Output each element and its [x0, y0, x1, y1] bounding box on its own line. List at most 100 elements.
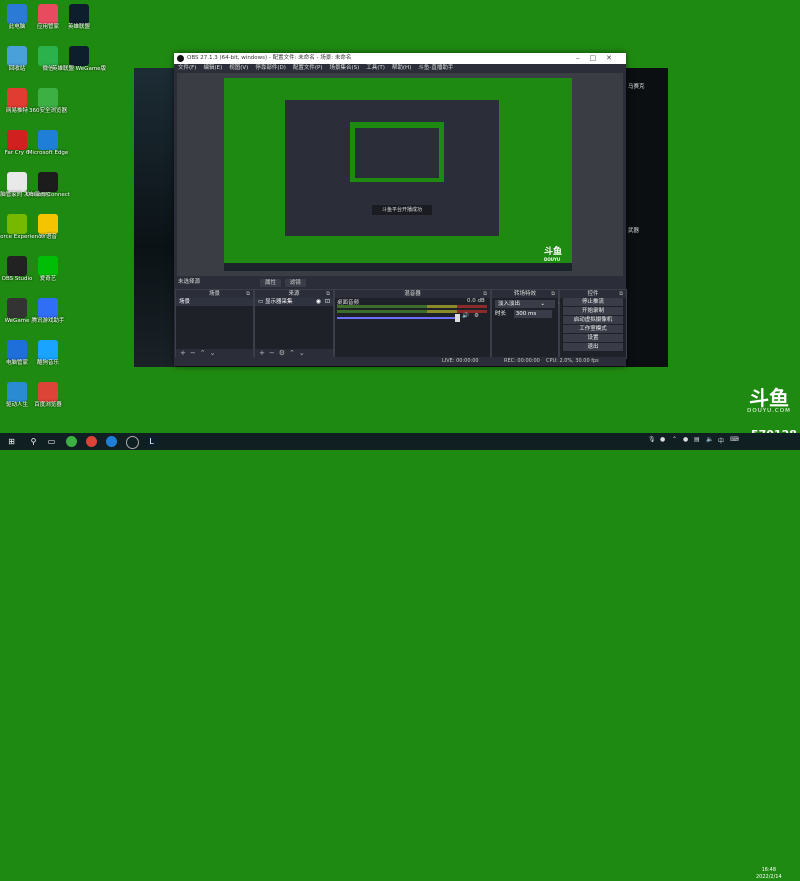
transition-select[interactable]: 淡入淡出 ⌄ ⚙	[495, 300, 563, 308]
desktop-icon[interactable]: YY语音	[31, 214, 65, 255]
lol-wegame-icon	[69, 46, 89, 66]
lock-icon[interactable]: ⊡	[325, 298, 330, 306]
mixer-settings-icon[interactable]: ⚙	[474, 313, 479, 319]
desktop-icon[interactable]: Microsoft Edge	[28, 130, 68, 171]
chevron-down-icon: ⌄	[540, 301, 545, 307]
desktop-icon[interactable]: 百度浏览器	[31, 382, 65, 423]
move-up-button[interactable]: ⌃	[200, 349, 206, 357]
dock-float-icon[interactable]: ⧉	[483, 290, 487, 298]
lol-taskbar-icon[interactable]: L	[146, 436, 157, 447]
lol-icon	[69, 4, 89, 24]
menu-item[interactable]: 停靠部件(D)	[255, 65, 286, 71]
source-item[interactable]: ▭ 显示器采集 ◉ ⊡	[255, 298, 333, 306]
kugou-icon	[38, 340, 58, 360]
control-button[interactable]: 开始录制	[563, 307, 623, 315]
volume-icon[interactable]: 🔈	[706, 436, 713, 443]
tray-green-icon[interactable]: ●	[683, 436, 688, 443]
duration-row: 时长 300 ms	[495, 310, 555, 318]
desktop-icon[interactable]: Ubisoft Connect	[26, 172, 70, 213]
add-source-button[interactable]: +	[259, 349, 265, 357]
desktop-icon-label: 此电脑	[8, 24, 26, 30]
control-button[interactable]: 退出	[563, 343, 623, 351]
move-down-button[interactable]: ⌄	[299, 349, 305, 357]
tray-app-icon[interactable]: ●	[660, 436, 665, 443]
controls-dock: 控件 ⧉ 停止推流 开始录制 启动虚拟摄像机 工作室模式 设置 退出	[559, 289, 627, 359]
move-up-button[interactable]: ⌃	[289, 349, 295, 357]
start-button[interactable]: ⊞	[6, 436, 17, 447]
mixer-header: 混音器 ⧉	[335, 290, 490, 298]
desktop-icon[interactable]: 英雄联盟 WeGame版	[52, 46, 106, 87]
chrome-icon[interactable]	[86, 436, 97, 447]
desktop-icon[interactable]: 回收站	[0, 46, 34, 87]
filters-button[interactable]: 滤镜	[284, 279, 306, 287]
desktop-icon[interactable]: 英雄联盟	[62, 4, 96, 45]
clock-date: 2022/2/14	[756, 874, 782, 880]
desktop-icon-label: 酷狗音乐	[36, 360, 59, 366]
desktop-icon[interactable]: GeForce Experience	[0, 214, 44, 255]
iqiyi-icon	[38, 256, 58, 276]
menu-item[interactable]: 配置文件(P)	[293, 65, 323, 71]
desktop-icon[interactable]: OBS Studio	[0, 256, 34, 297]
search-icon[interactable]: ⚲	[28, 436, 39, 447]
desktop-icon[interactable]: 应用管家	[31, 4, 65, 45]
menu-item[interactable]: 斗鱼-直播助手	[418, 65, 453, 71]
control-button[interactable]: 启动虚拟摄像机	[563, 316, 623, 324]
properties-button[interactable]: 属性	[260, 279, 282, 287]
speaker-icon[interactable]: 🔊	[462, 313, 469, 319]
desktop-icon[interactable]: WeGame	[0, 298, 34, 339]
control-button[interactable]: 停止推流	[563, 298, 623, 306]
duration-input[interactable]: 300 ms	[513, 310, 552, 318]
obs-taskbar-icon[interactable]	[126, 436, 139, 449]
dock-float-icon[interactable]: ⧉	[326, 290, 330, 298]
move-down-button[interactable]: ⌄	[210, 349, 216, 357]
menu-item[interactable]: 工具(T)	[366, 65, 385, 71]
dock-float-icon[interactable]: ⧉	[619, 290, 623, 298]
douyu-watermark: 斗鱼 DOUYU.COM	[744, 388, 794, 414]
control-button[interactable]: 设置	[563, 334, 623, 342]
desktop-column-3: 英雄联盟 英雄联盟 WeGame版	[52, 4, 106, 88]
network-icon[interactable]: ▤	[694, 436, 700, 443]
desktop-icon[interactable]: 此电脑	[0, 4, 34, 45]
volume-slider[interactable]	[337, 317, 457, 319]
dock-float-icon[interactable]: ⧉	[246, 290, 250, 298]
desktop-icon[interactable]: 360安全浏览器	[29, 88, 67, 129]
add-scene-button[interactable]: +	[180, 349, 186, 357]
chevron-up-icon[interactable]: ⌃	[672, 436, 677, 443]
360-browser-icon[interactable]	[66, 436, 77, 447]
menu-item[interactable]: 编辑(E)	[203, 65, 222, 71]
system-clock[interactable]: 16:48 2022/2/14	[756, 867, 782, 881]
recycle-bin-icon	[7, 46, 27, 66]
game-icon	[7, 130, 27, 150]
qq-icon[interactable]	[106, 436, 117, 447]
ime-icon[interactable]: 中	[718, 436, 724, 445]
window-title: OBS 27.1.3 (64-bit, windows) - 配置文件: 未命名…	[187, 55, 352, 61]
source-settings-icon[interactable]: ⚙	[279, 349, 285, 357]
mic-icon[interactable]: 🎙	[648, 436, 656, 443]
menu-item[interactable]: 帮助(H)	[392, 65, 411, 71]
desktop-icon[interactable]: 酷狗音乐	[31, 340, 65, 381]
menu-item[interactable]: 场景集合(S)	[329, 65, 359, 71]
desktop-icon[interactable]: 驱动人生	[0, 382, 34, 423]
sources-dock: 来源 ⧉ ▭ 显示器采集 ◉ ⊡ + − ⚙ ⌃ ⌄	[254, 289, 334, 359]
volume-slider-handle[interactable]	[455, 314, 460, 322]
menu-item[interactable]: 文件(F)	[178, 65, 196, 71]
obs-titlebar[interactable]: OBS 27.1.3 (64-bit, windows) - 配置文件: 未命名…	[174, 53, 626, 64]
desktop-icon[interactable]: 腾讯游戏助手	[31, 298, 65, 339]
desktop-icon[interactable]: 电脑管家	[0, 340, 34, 381]
task-view-icon[interactable]: ▭	[46, 436, 57, 447]
menu-item[interactable]: 视图(V)	[229, 65, 248, 71]
remove-source-button[interactable]: −	[269, 349, 275, 357]
clock-time: 16:48	[761, 867, 777, 873]
control-button[interactable]: 工作室模式	[563, 325, 623, 333]
remove-scene-button[interactable]: −	[190, 349, 196, 357]
keyboard-icon[interactable]: ⌨	[730, 436, 739, 443]
dock-float-icon[interactable]: ⧉	[551, 290, 555, 298]
ubisoft-icon	[38, 172, 58, 192]
scene-item[interactable]: 场景	[176, 298, 253, 306]
eye-icon[interactable]: ◉	[316, 298, 321, 306]
obs-statusbar: LIVE: 00:00:00 REC: 00:00:00 CPU: 2.0%, …	[174, 357, 626, 366]
cpu-status: CPU: 2.0%, 30.00 fps	[546, 358, 599, 364]
desktop-icon[interactable]: 爱奇艺	[31, 256, 65, 297]
desktop-icon-label: 回收站	[8, 66, 26, 72]
window-controls[interactable]: –□✕	[576, 53, 622, 64]
